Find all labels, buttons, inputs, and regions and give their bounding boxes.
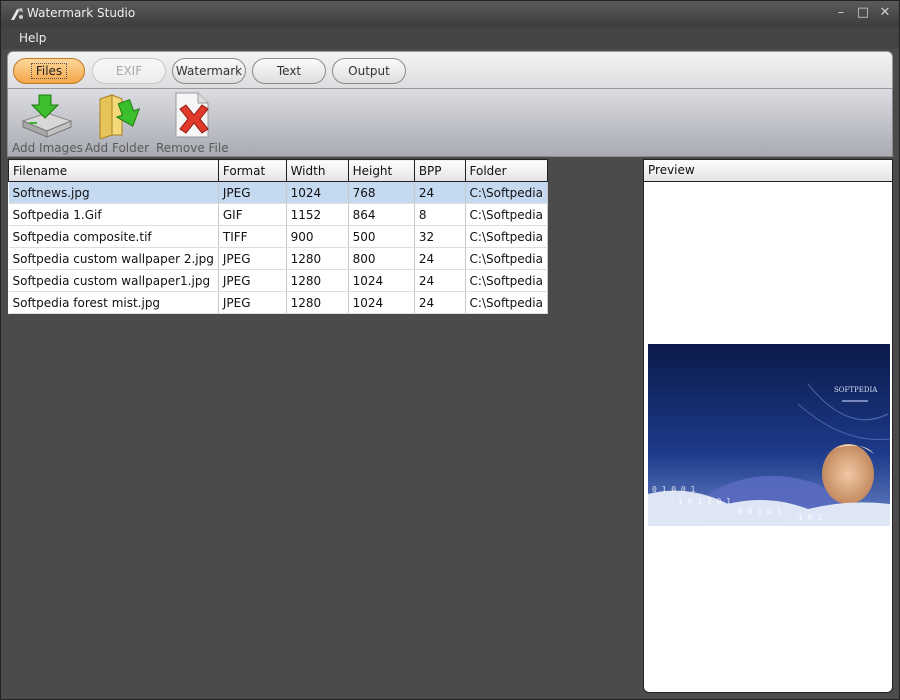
close-icon[interactable]: ✕ (877, 4, 893, 22)
cell-folder: C:\Softpedia (465, 291, 549, 314)
tab-bar: Files EXIF Watermark Text Output (7, 51, 893, 89)
table-row[interactable]: Softpedia custom wallpaper 2.jpg JPEG 12… (8, 247, 549, 270)
tab-watermark-label: Watermark (175, 64, 243, 78)
column-header-folder[interactable]: Folder (464, 159, 549, 182)
add-images-button[interactable]: Add Images (12, 89, 83, 157)
cell-format: GIF (218, 203, 287, 226)
cell-format: JPEG (218, 269, 287, 292)
preview-watermark-text: SOFTPEDIA (834, 386, 878, 394)
cell-bpp: 8 (414, 203, 466, 226)
cell-folder: C:\Softpedia (465, 203, 549, 226)
remove-file-button[interactable]: Remove File (156, 89, 229, 157)
window-title: Watermark Studio (27, 6, 136, 20)
tab-text[interactable]: Text (252, 58, 326, 84)
svg-text:1 0 1: 1 0 1 (798, 513, 822, 522)
file-table: Filename Format Width Height BPP Folder … (8, 159, 549, 314)
cell-bpp: 24 (414, 291, 466, 314)
title-bar[interactable]: Watermark Studio – □ ✕ (1, 1, 899, 27)
app-icon (11, 8, 23, 20)
cell-height: 1024 (348, 269, 415, 292)
table-row[interactable]: Softnews.jpg JPEG 1024 768 24 C:\Softped… (8, 181, 549, 204)
add-folder-icon (99, 94, 141, 139)
svg-text:0 0 1 0 1: 0 0 1 0 1 (738, 507, 782, 516)
tab-files-label: Files (30, 63, 68, 79)
table-row[interactable]: Softpedia forest mist.jpg JPEG 1280 1024… (8, 291, 549, 314)
cell-height: 864 (348, 203, 415, 226)
cell-width: 1024 (286, 181, 349, 204)
svg-text:1 0 1 1 0 1: 1 0 1 1 0 1 (678, 497, 731, 506)
cell-filename: Softpedia 1.Gif (8, 203, 219, 226)
tab-output-label: Output (348, 64, 390, 78)
add-folder-label: Add Folder (84, 141, 150, 155)
tab-exif-label: EXIF (115, 64, 143, 78)
cell-format: TIFF (218, 225, 287, 248)
cell-height: 800 (348, 247, 415, 270)
cell-width: 1280 (286, 291, 349, 314)
cell-folder: C:\Softpedia (465, 225, 549, 248)
add-images-label: Add Images (12, 141, 83, 155)
tab-watermark[interactable]: Watermark (172, 58, 246, 84)
window-controls: – □ ✕ (833, 4, 893, 22)
cell-bpp: 24 (414, 269, 466, 292)
cell-format: JPEG (218, 181, 287, 204)
minimize-icon[interactable]: – (833, 4, 849, 22)
maximize-icon[interactable]: □ (855, 4, 871, 22)
add-folder-button[interactable]: Add Folder (84, 89, 150, 157)
column-header-format[interactable]: Format (217, 159, 287, 182)
cell-folder: C:\Softpedia (465, 269, 549, 292)
cell-width: 1280 (286, 247, 349, 270)
table-row[interactable]: Softpedia composite.tif TIFF 900 500 32 … (8, 225, 549, 248)
cell-filename: Softpedia composite.tif (8, 225, 219, 248)
cell-bpp: 32 (414, 225, 466, 248)
preview-header: Preview (644, 160, 892, 182)
toolbar: Add Images Add Folder Remove File (7, 89, 893, 157)
cell-bpp: 24 (414, 181, 466, 204)
app-window: Watermark Studio – □ ✕ Help Files EXIF W… (0, 0, 900, 700)
table-header-row: Filename Format Width Height BPP Folder (8, 159, 549, 182)
cell-filename: Softpedia custom wallpaper1.jpg (8, 269, 219, 292)
cell-bpp: 24 (414, 247, 466, 270)
remove-file-label: Remove File (156, 141, 229, 155)
add-images-icon (21, 94, 73, 138)
table-row[interactable]: Softpedia custom wallpaper1.jpg JPEG 128… (8, 269, 549, 292)
column-header-bpp[interactable]: BPP (413, 159, 466, 182)
svg-text:0 1 0 0 1: 0 1 0 0 1 (652, 485, 696, 494)
column-header-filename[interactable]: Filename (8, 159, 219, 182)
cell-height: 768 (348, 181, 415, 204)
cell-width: 1280 (286, 269, 349, 292)
menu-help[interactable]: Help (19, 31, 46, 45)
tab-exif[interactable]: EXIF (92, 58, 166, 84)
tab-output[interactable]: Output (332, 58, 406, 84)
cell-filename: Softpedia custom wallpaper 2.jpg (8, 247, 219, 270)
cell-format: JPEG (218, 291, 287, 314)
cell-format: JPEG (218, 247, 287, 270)
column-header-width[interactable]: Width (285, 159, 349, 182)
cell-height: 500 (348, 225, 415, 248)
cell-width: 1152 (286, 203, 349, 226)
cell-height: 1024 (348, 291, 415, 314)
tab-text-label: Text (276, 64, 302, 78)
table-row[interactable]: Softpedia 1.Gif GIF 1152 864 8 C:\Softpe… (8, 203, 549, 226)
tab-files[interactable]: Files (13, 58, 85, 84)
cell-filename: Softnews.jpg (8, 181, 219, 204)
cell-width: 900 (286, 225, 349, 248)
cell-folder: C:\Softpedia (465, 181, 549, 204)
column-header-height[interactable]: Height (347, 159, 415, 182)
menu-bar: Help (1, 27, 899, 49)
cell-filename: Softpedia forest mist.jpg (8, 291, 219, 314)
cell-folder: C:\Softpedia (465, 247, 549, 270)
preview-panel: Preview SOFTPEDIA 0 1 0 0 1 1 0 1 1 0 1 … (643, 159, 893, 693)
preview-image: SOFTPEDIA 0 1 0 0 1 1 0 1 1 0 1 0 0 1 0 … (648, 344, 890, 526)
remove-file-icon (175, 92, 209, 138)
